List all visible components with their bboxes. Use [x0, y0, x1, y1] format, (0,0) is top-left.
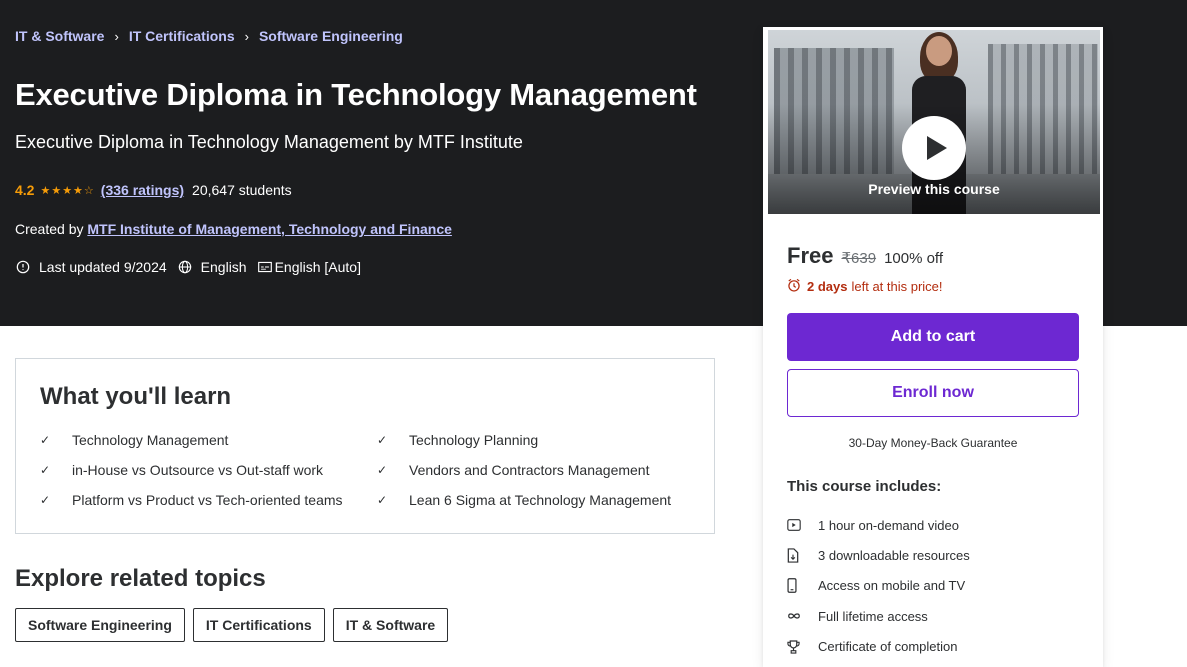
related-topics: Software Engineering IT Certifications I…	[15, 608, 449, 642]
includes-heading: This course includes:	[787, 478, 942, 495]
alert-badge-icon	[15, 259, 31, 275]
course-meta: Last updated 9/2024 English English [Aut…	[15, 259, 371, 275]
file-download-icon	[787, 548, 818, 563]
breadcrumb-it-software[interactable]: IT & Software	[15, 28, 104, 44]
current-price: Free	[787, 243, 834, 268]
list-item: Certificate of completion	[787, 632, 970, 662]
list-item: 1 hour on-demand video	[787, 510, 970, 540]
check-icon: ✓	[40, 492, 51, 507]
purchase-card: Preview this course Free ₹639 100% off 2…	[763, 27, 1103, 667]
created-by: Created by MTF Institute of Management, …	[15, 221, 452, 237]
enroll-now-button[interactable]: Enroll now	[787, 369, 1079, 417]
students-count: 20,647 students	[192, 182, 292, 198]
check-icon: ✓	[40, 462, 51, 477]
globe-icon	[177, 259, 193, 275]
preview-label: Preview this course	[868, 181, 1000, 197]
mobile-icon	[787, 578, 818, 594]
breadcrumb: IT & Software › IT Certifications › Soft…	[15, 28, 403, 44]
breadcrumb-software-engineering[interactable]: Software Engineering	[259, 28, 403, 44]
created-by-label: Created by	[15, 221, 84, 237]
course-preview-video[interactable]: Preview this course	[768, 30, 1100, 214]
learn-item: ✓ Technology Planning	[377, 431, 539, 448]
star-rating-icon: ★★★★☆	[40, 184, 95, 197]
learn-heading: What you'll learn	[40, 383, 232, 410]
rating-value: 4.2	[15, 182, 35, 198]
list-item: Access on mobile and TV	[787, 571, 970, 601]
trophy-icon	[787, 640, 818, 654]
list-item: Full lifetime access	[787, 601, 970, 631]
learn-item: ✓ Vendors and Contractors Management	[377, 461, 650, 478]
check-icon: ✓	[40, 432, 51, 447]
timer-days: 2 days	[807, 279, 848, 294]
list-item: 3 downloadable resources	[787, 540, 970, 570]
captions-icon	[257, 259, 273, 275]
timer-text: left at this price!	[851, 279, 943, 294]
page-title: Executive Diploma in Technology Manageme…	[15, 77, 697, 112]
topic-tag-software-engineering[interactable]: Software Engineering	[15, 608, 185, 642]
money-back-guarantee: 30-Day Money-Back Guarantee	[848, 436, 1018, 450]
alarm-clock-icon	[787, 278, 801, 295]
check-icon: ✓	[377, 462, 388, 477]
video-icon	[787, 519, 818, 532]
includes-list: 1 hour on-demand video 3 downloadable re…	[787, 510, 970, 662]
course-language: English	[200, 259, 247, 275]
related-topics-heading: Explore related topics	[15, 565, 266, 592]
learn-item: ✓ in-House vs Outsource vs Out-staff work	[40, 461, 324, 478]
add-to-cart-button[interactable]: Add to cart	[787, 313, 1079, 361]
play-icon[interactable]	[902, 116, 966, 180]
price: Free ₹639 100% off	[787, 243, 943, 269]
what-youll-learn: What you'll learn ✓ Technology Management…	[15, 358, 715, 534]
learn-item: ✓ Technology Management	[40, 431, 229, 448]
instructor-link[interactable]: MTF Institute of Management, Technology …	[87, 221, 452, 237]
check-icon: ✓	[377, 432, 388, 447]
learn-item: ✓ Platform vs Product vs Tech-oriented te…	[40, 491, 343, 508]
breadcrumb-it-certifications[interactable]: IT Certifications	[129, 28, 235, 44]
check-icon: ✓	[377, 492, 388, 507]
learn-item: ✓ Lean 6 Sigma at Technology Management	[377, 491, 672, 508]
topic-tag-it-software[interactable]: IT & Software	[332, 608, 449, 642]
course-captions: English [Auto]	[274, 259, 361, 275]
last-updated: Last updated 9/2024	[39, 259, 167, 275]
topic-tag-it-certifications[interactable]: IT Certifications	[192, 608, 325, 642]
chevron-right-icon: ›	[114, 28, 119, 44]
course-subtitle: Executive Diploma in Technology Manageme…	[15, 132, 523, 152]
infinity-icon	[787, 612, 818, 620]
discount-timer: 2 days left at this price!	[787, 278, 943, 295]
rating-summary: 4.2 ★★★★☆ (336 ratings) 20,647 students	[15, 182, 292, 198]
chevron-right-icon: ›	[244, 28, 249, 44]
discount-percent: 100% off	[884, 250, 944, 267]
ratings-count-link[interactable]: (336 ratings)	[101, 182, 184, 198]
learn-list: ✓ Technology Management ✓ Technology Plann…	[40, 431, 690, 508]
original-price: ₹639	[841, 250, 877, 267]
